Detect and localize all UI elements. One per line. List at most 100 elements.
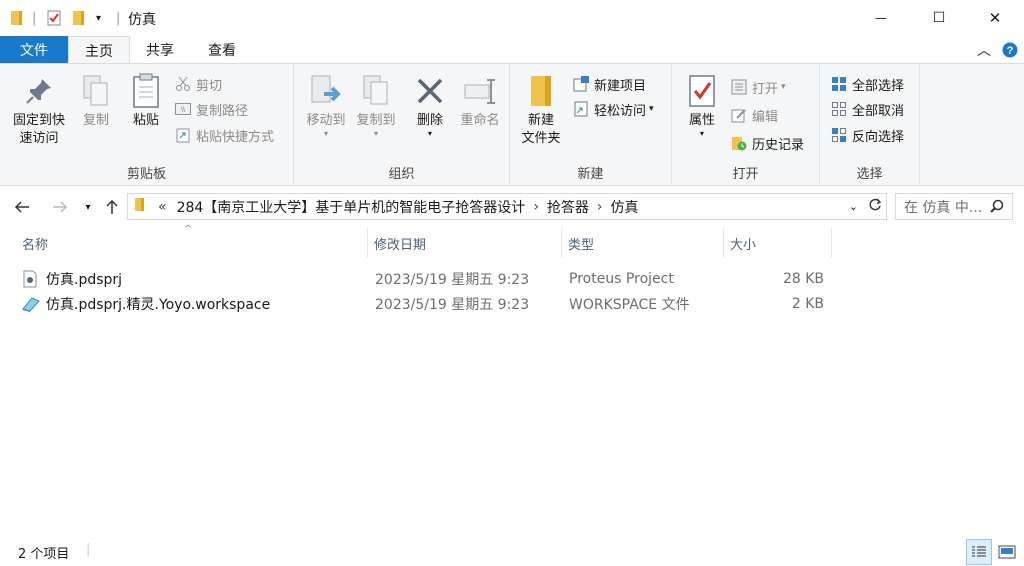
recent-locations-icon[interactable]: ▾ bbox=[76, 195, 100, 219]
tab-view[interactable]: 查看 bbox=[194, 36, 250, 64]
pin-icon bbox=[21, 72, 57, 110]
back-arrow-icon[interactable] bbox=[10, 195, 34, 219]
copy-to-label: 复制到 bbox=[356, 113, 396, 128]
breadcrumb-item[interactable]: 284【南京工业大学】基于单片机的智能电子抢答器设计 bbox=[177, 197, 526, 217]
address-folder-icon bbox=[134, 197, 146, 216]
paste-shortcut-icon bbox=[174, 126, 192, 144]
paste-icon bbox=[128, 72, 164, 110]
forward-arrow-icon[interactable] bbox=[48, 195, 72, 219]
properties-dropdown-icon: ▾ bbox=[699, 129, 704, 138]
copy-path-icon: \\ bbox=[174, 100, 192, 118]
maximize-icon: ☐ bbox=[932, 10, 946, 26]
maximize-button[interactable]: ☐ bbox=[910, 0, 968, 36]
paste-shortcut-button[interactable]: 粘贴快捷方式 bbox=[174, 124, 274, 146]
details-view-icon[interactable] bbox=[966, 539, 992, 565]
paste-button[interactable]: 粘贴 bbox=[124, 72, 168, 130]
address-bar[interactable]: « 284【南京工业大学】基于单片机的智能电子抢答器设计 › 抢答器 › 仿真 … bbox=[127, 193, 887, 220]
minimize-icon: — bbox=[875, 11, 887, 25]
properties-button[interactable]: 属性 ▾ bbox=[680, 72, 724, 138]
open-dropdown-icon: ▾ bbox=[781, 82, 786, 92]
file-type: WORKSPACE 文件 bbox=[569, 297, 690, 313]
history-button[interactable]: 历史记录 bbox=[730, 132, 804, 154]
column-header-name[interactable]: 名称 ^ bbox=[16, 224, 368, 258]
move-to-button[interactable]: 移动到 ▾ bbox=[300, 72, 352, 138]
large-icons-view-icon[interactable] bbox=[994, 539, 1020, 565]
select-group: 全部选择 全部取消 反向选择 选择 bbox=[820, 64, 920, 186]
open-icon bbox=[730, 78, 748, 96]
cut-button[interactable]: 剪切 bbox=[174, 73, 222, 95]
rename-button[interactable]: 重命名 bbox=[454, 72, 506, 130]
copy-path-label: 复制路径 bbox=[196, 103, 249, 119]
help-icon[interactable]: ? bbox=[998, 36, 1022, 64]
status-separator: | bbox=[86, 542, 91, 557]
search-box[interactable]: 在 仿真 中... bbox=[895, 193, 1013, 220]
minimize-button[interactable]: — bbox=[852, 0, 910, 36]
properties-label: 属性 bbox=[688, 113, 715, 128]
column-header-date[interactable]: 修改日期 bbox=[368, 228, 562, 258]
paste-shortcut-label: 粘贴快捷方式 bbox=[196, 129, 275, 145]
easy-access-button[interactable]: 轻松访问 ▾ bbox=[572, 98, 654, 120]
breadcrumb-overflow-icon[interactable]: « bbox=[158, 199, 167, 215]
svg-text:?: ? bbox=[1007, 45, 1014, 57]
new-folder-button[interactable]: 新建 文件夹 bbox=[516, 72, 566, 148]
separator: | bbox=[32, 10, 37, 26]
copy-path-button[interactable]: \\ 复制路径 bbox=[174, 98, 248, 120]
item-count: 2 个项目 bbox=[18, 547, 70, 562]
tab-share[interactable]: 共享 bbox=[132, 36, 188, 64]
easy-access-label: 轻松访问 bbox=[594, 103, 647, 119]
file-row[interactable]: 仿真.pdsprj.精灵.Yoyo.workspace 2023/5/19 星期… bbox=[16, 292, 832, 316]
close-button[interactable]: ✕ bbox=[966, 0, 1024, 36]
address-history-dropdown-icon[interactable]: ⌄ bbox=[849, 200, 858, 213]
easy-access-dropdown-icon: ▾ bbox=[649, 104, 654, 114]
refresh-icon[interactable] bbox=[868, 198, 882, 216]
rename-label: 重命名 bbox=[460, 113, 500, 128]
move-to-icon bbox=[308, 72, 344, 110]
up-arrow-icon[interactable] bbox=[100, 195, 124, 219]
open-button[interactable]: 打开 ▾ bbox=[730, 76, 786, 98]
search-input[interactable]: 在 仿真 中... bbox=[904, 197, 982, 217]
history-label: 历史记录 bbox=[752, 137, 805, 153]
select-none-button[interactable]: 全部取消 bbox=[830, 98, 904, 120]
delete-button[interactable]: 删除 ▾ bbox=[410, 72, 450, 138]
tab-file[interactable]: 文件 bbox=[0, 36, 68, 64]
window-title: 仿真 bbox=[128, 12, 156, 28]
new-group-label: 新建 bbox=[577, 167, 604, 182]
ribbon-tabs: 文件 主页 共享 查看 ︿ ? bbox=[0, 36, 1024, 64]
edit-icon bbox=[730, 106, 748, 124]
new-item-button[interactable]: 新建项目 bbox=[572, 73, 646, 95]
delete-label: 删除 bbox=[416, 113, 443, 128]
edit-button[interactable]: 编辑 bbox=[730, 104, 778, 126]
copy-to-dropdown-icon: ▾ bbox=[373, 129, 378, 138]
copy-button[interactable]: 复制 bbox=[76, 72, 116, 130]
search-icon[interactable] bbox=[990, 199, 1004, 217]
properties-quick-icon[interactable] bbox=[46, 9, 62, 27]
column-header-size[interactable]: 大小 bbox=[724, 228, 832, 258]
select-all-button[interactable]: 全部选择 bbox=[830, 73, 904, 95]
clipboard-group-label: 剪贴板 bbox=[126, 167, 166, 182]
copy-to-button[interactable]: 复制到 ▾ bbox=[350, 72, 402, 138]
breadcrumb-separator-icon[interactable]: › bbox=[533, 199, 539, 215]
invert-selection-label: 反向选择 bbox=[852, 129, 905, 145]
file-type: Proteus Project bbox=[569, 271, 674, 287]
scissors-icon bbox=[174, 75, 192, 93]
collapse-ribbon-icon[interactable]: ︿ bbox=[972, 36, 996, 64]
close-icon: ✕ bbox=[988, 9, 1002, 27]
file-date: 2023/5/19 星期五 9:23 bbox=[375, 297, 530, 313]
pin-quick-access-button[interactable]: 固定到快 速访问 bbox=[6, 72, 72, 148]
file-name: 仿真.pdsprj.精灵.Yoyo.workspace bbox=[46, 297, 271, 313]
breadcrumb-item[interactable]: 仿真 bbox=[611, 197, 639, 217]
select-all-label: 全部选择 bbox=[852, 78, 905, 94]
column-header-type[interactable]: 类型 bbox=[562, 228, 724, 258]
column-header-size-label: 大小 bbox=[730, 237, 757, 253]
file-row[interactable]: 仿真.pdsprj 2023/5/19 星期五 9:23 Proteus Pro… bbox=[16, 267, 832, 291]
breadcrumb-separator-icon[interactable]: › bbox=[597, 199, 603, 215]
sort-ascending-icon: ^ bbox=[184, 224, 193, 235]
new-item-label: 新建项目 bbox=[594, 78, 647, 94]
customize-quick-access-icon[interactable]: ▾ bbox=[96, 9, 101, 27]
breadcrumb-item[interactable]: 抢答器 bbox=[547, 197, 589, 217]
tab-home[interactable]: 主页 bbox=[68, 36, 130, 64]
new-folder-quick-icon[interactable] bbox=[72, 9, 86, 27]
invert-selection-button[interactable]: 反向选择 bbox=[830, 124, 904, 146]
proteus-file-icon bbox=[22, 267, 38, 291]
ribbon: 固定到快 速访问 复制 粘贴 剪切 \\ 复制路径 粘贴快捷方式 剪贴板 移动到… bbox=[0, 63, 1024, 186]
